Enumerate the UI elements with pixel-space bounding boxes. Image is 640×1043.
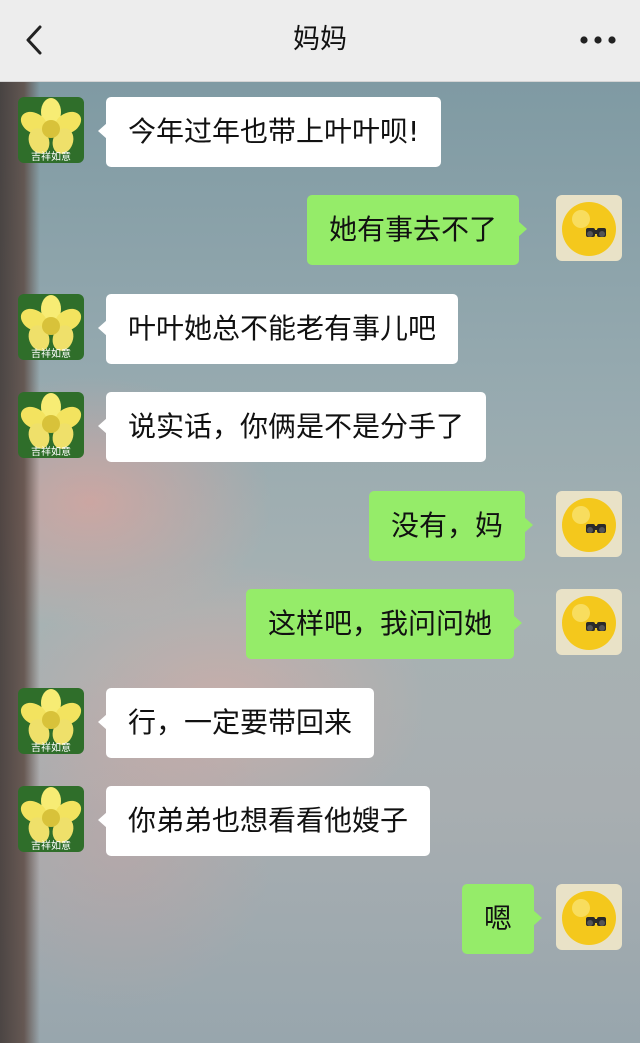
my-avatar[interactable]: [556, 884, 622, 950]
more-button[interactable]: [578, 24, 618, 56]
svg-text:吉祥如意: 吉祥如意: [31, 445, 71, 458]
mom-avatar[interactable]: 吉祥如意: [18, 688, 84, 754]
mom-avatar[interactable]: 吉祥如意: [18, 392, 84, 458]
chat-title: 妈妈: [293, 24, 347, 55]
yellow-flower-icon: 吉祥如意: [18, 786, 84, 852]
background-wall: [0, 82, 40, 1043]
yellow-chick-binoculars-icon: [556, 195, 622, 261]
svg-text:吉祥如意: 吉祥如意: [31, 150, 71, 163]
message-bubble-outgoing[interactable]: 这样吧，我问问她: [246, 589, 523, 659]
svg-text:吉祥如意: 吉祥如意: [31, 741, 71, 754]
more-dots-icon: [580, 36, 616, 44]
svg-text:吉祥如意: 吉祥如意: [31, 347, 71, 360]
chat-header: 妈妈: [0, 0, 640, 82]
mom-avatar[interactable]: 吉祥如意: [18, 97, 84, 163]
message-bubble-incoming[interactable]: 你弟弟也想看看他嫂子: [97, 786, 431, 856]
message-bubble-incoming[interactable]: 叶叶她总不能老有事儿吧: [97, 294, 459, 364]
yellow-flower-icon: 吉祥如意: [18, 688, 84, 754]
mom-avatar[interactable]: 吉祥如意: [18, 294, 84, 360]
yellow-flower-icon: 吉祥如意: [18, 392, 84, 458]
yellow-flower-icon: 吉祥如意: [18, 294, 84, 360]
yellow-chick-binoculars-icon: [556, 589, 622, 655]
yellow-flower-icon: 吉祥如意: [18, 97, 84, 163]
svg-text:吉祥如意: 吉祥如意: [31, 839, 71, 852]
yellow-chick-binoculars-icon: [556, 491, 622, 557]
mom-avatar[interactable]: 吉祥如意: [18, 786, 84, 852]
message-bubble-outgoing[interactable]: 没有，妈: [369, 491, 534, 561]
message-bubble-outgoing[interactable]: 她有事去不了: [307, 195, 528, 265]
my-avatar[interactable]: [556, 491, 622, 557]
yellow-chick-binoculars-icon: [556, 884, 622, 950]
message-bubble-outgoing[interactable]: 嗯: [462, 884, 543, 954]
chat-area[interactable]: 吉祥如意 今年过年也带上叶叶呗! 她有事去不了 吉祥如意 叶叶她总不能老有事儿吧…: [0, 82, 640, 1043]
message-bubble-incoming[interactable]: 今年过年也带上叶叶呗!: [97, 97, 442, 167]
message-bubble-incoming[interactable]: 行，一定要带回来: [97, 688, 375, 758]
message-bubble-incoming[interactable]: 说实话，你俩是不是分手了: [97, 392, 487, 462]
my-avatar[interactable]: [556, 589, 622, 655]
my-avatar[interactable]: [556, 195, 622, 261]
